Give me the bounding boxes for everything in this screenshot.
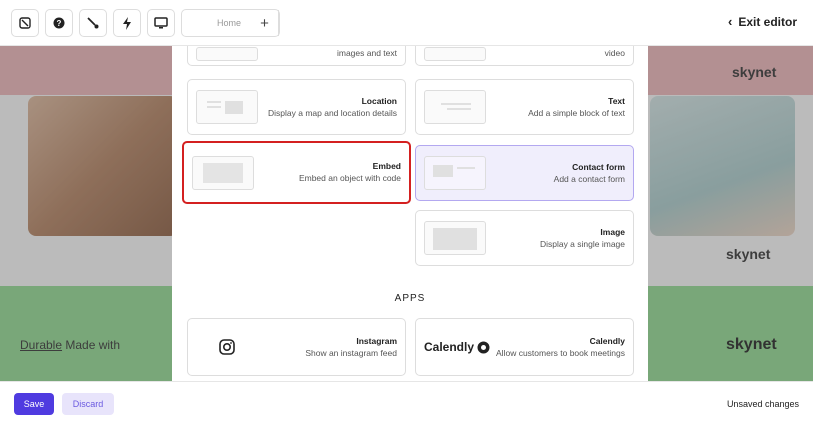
block-desc: Add a simple block of text bbox=[528, 107, 625, 118]
exit-editor-button[interactable]: ‹ Exit editor bbox=[728, 14, 797, 29]
calendly-logo: Calendly bbox=[424, 340, 490, 354]
block-text: Embed Embed an object with code bbox=[271, 161, 401, 184]
block-text: Image Display a single image bbox=[495, 227, 625, 250]
app-text: Instagram Show an instagram feed bbox=[267, 336, 397, 359]
block-text: Contact form Add a contact form bbox=[495, 162, 625, 185]
block-thumbnail bbox=[196, 90, 258, 124]
monitor-icon[interactable] bbox=[147, 9, 175, 37]
block-thumbnail bbox=[424, 156, 486, 190]
calendly-logo-text: Calendly bbox=[424, 340, 475, 354]
block-card-contact[interactable]: Contact form Add a contact form bbox=[415, 145, 634, 201]
block-desc: images and text bbox=[336, 48, 397, 58]
apps-heading: APPS bbox=[394, 293, 426, 304]
block-thumbnail bbox=[424, 90, 486, 124]
page-select-value: Home bbox=[216, 18, 241, 28]
app-text: Calendly Allow customers to book meeting… bbox=[495, 336, 625, 359]
block-card-location[interactable]: Location Display a map and location deta… bbox=[187, 79, 406, 135]
block-card-video[interactable]: video bbox=[415, 46, 634, 66]
block-desc: Display a single image bbox=[539, 238, 625, 249]
block-title: Image bbox=[600, 226, 625, 237]
page-selector[interactable]: + Home bbox=[181, 9, 280, 37]
editor-footer: Save Discard Unsaved changes bbox=[0, 381, 813, 425]
block-desc: video bbox=[604, 48, 625, 58]
app-card-calendly[interactable]: Calendly Calendly Allow customers to boo… bbox=[415, 318, 634, 376]
block-thumbnail bbox=[192, 155, 254, 190]
block-title: Text bbox=[608, 95, 625, 106]
save-button[interactable]: Save bbox=[14, 393, 54, 415]
block-title: Embed bbox=[372, 161, 401, 171]
chevron-left-icon: ‹ bbox=[727, 14, 733, 29]
block-desc: Add a contact form bbox=[553, 173, 625, 184]
block-title: Location bbox=[361, 95, 397, 106]
block-card-image[interactable]: Image Display a single image bbox=[415, 210, 634, 266]
block-desc: Embed an object with code bbox=[298, 173, 401, 183]
help-icon[interactable]: ? bbox=[45, 9, 73, 37]
block-card-embed[interactable]: Embed Embed an object with code bbox=[182, 141, 411, 204]
block-card-images-text[interactable]: images and text bbox=[187, 46, 406, 66]
app-title: Calendly bbox=[589, 335, 625, 346]
add-block-panel: images and text video Location Display a… bbox=[172, 46, 648, 381]
instagram-icon bbox=[196, 339, 258, 355]
block-text: Text Add a simple block of text bbox=[495, 96, 625, 119]
app-card-instagram[interactable]: Instagram Show an instagram feed bbox=[187, 318, 406, 376]
block-text: Location Display a map and location deta… bbox=[267, 96, 397, 119]
discard-button[interactable]: Discard bbox=[62, 393, 114, 415]
block-title: Contact form bbox=[572, 161, 625, 172]
editor-topbar: ‹ Exit editor + Home ? bbox=[0, 0, 813, 46]
app-desc: Show an instagram feed bbox=[305, 347, 397, 358]
block-thumbnail bbox=[196, 47, 258, 61]
block-thumbnail bbox=[424, 221, 486, 255]
block-desc: Display a map and location details bbox=[268, 107, 397, 118]
unsaved-status: Unsaved changes bbox=[726, 399, 799, 409]
exit-editor-label: Exit editor bbox=[738, 14, 797, 29]
block-thumbnail bbox=[424, 47, 486, 61]
brush-icon[interactable] bbox=[79, 9, 107, 37]
app-title: Instagram bbox=[356, 335, 397, 346]
bolt-icon[interactable] bbox=[113, 9, 141, 37]
back-icon[interactable] bbox=[11, 9, 39, 37]
add-page-button[interactable]: + bbox=[251, 10, 279, 36]
block-card-text[interactable]: Text Add a simple block of text bbox=[415, 79, 634, 135]
svg-text:?: ? bbox=[57, 19, 62, 28]
app-desc: Allow customers to book meetings bbox=[496, 347, 625, 358]
